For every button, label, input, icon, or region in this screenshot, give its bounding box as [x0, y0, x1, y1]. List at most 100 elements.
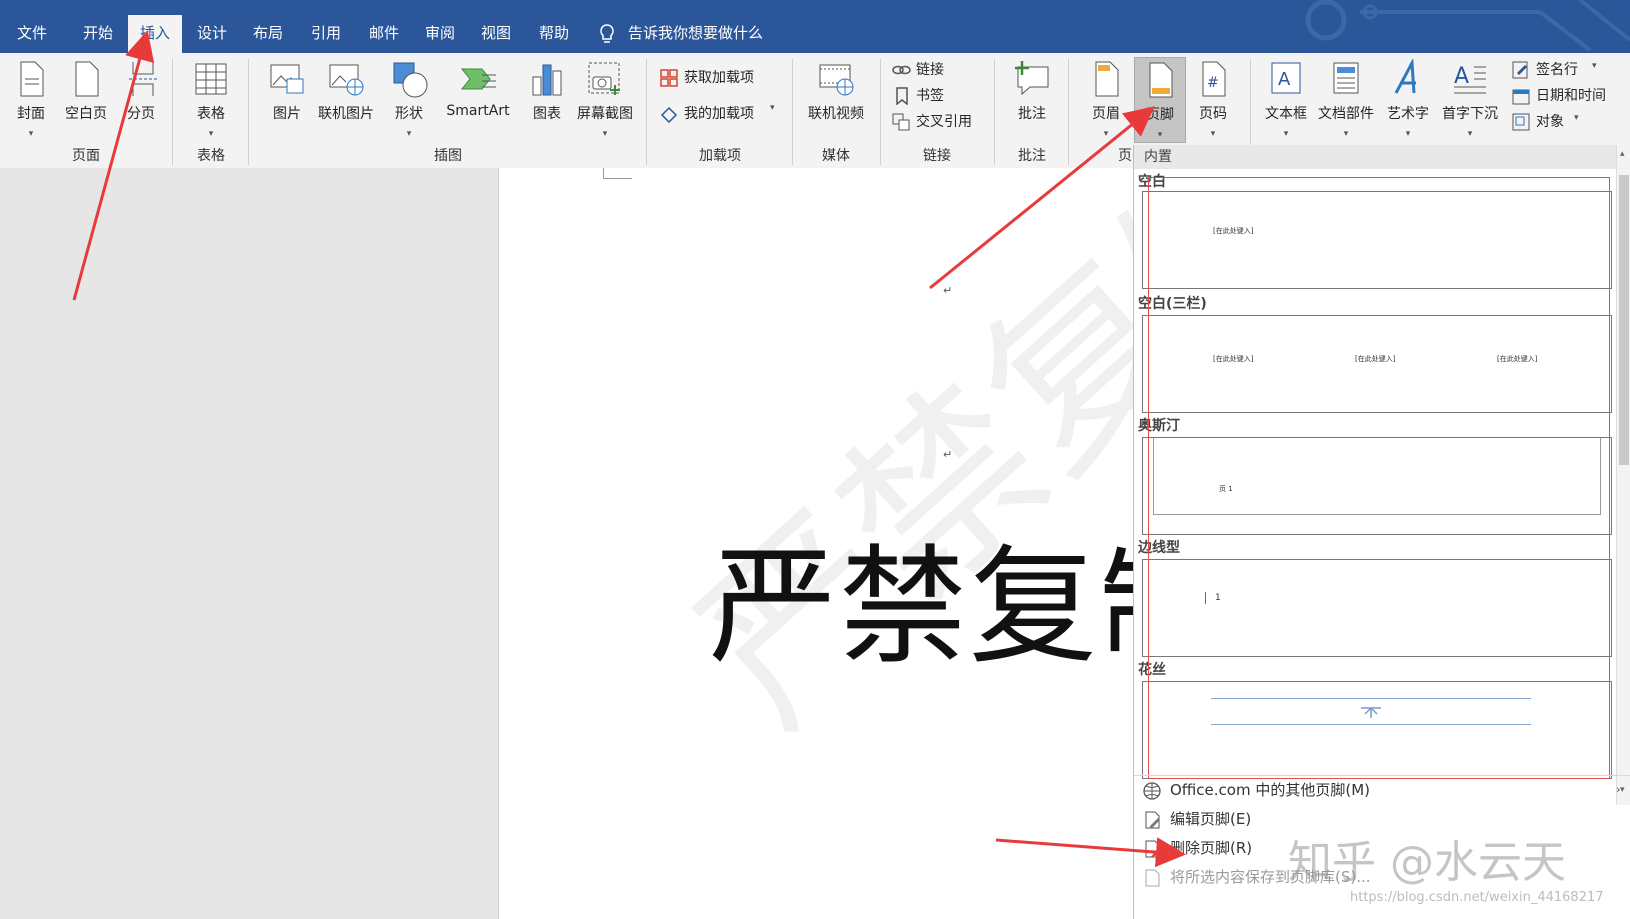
screenshot-icon: [588, 62, 620, 95]
menu-item-label: 删除页脚(R): [1170, 839, 1253, 857]
tab-file[interactable]: 文件: [8, 18, 56, 53]
signature-line-button[interactable]: 签名行: [1512, 57, 1622, 83]
online-picture-button[interactable]: 联机图片: [314, 57, 378, 141]
paragraph-mark: ↵: [943, 448, 953, 461]
chevron-down-icon: ▾: [1157, 130, 1163, 140]
object-icon: [1512, 113, 1530, 131]
page-break-icon: [129, 62, 157, 96]
cross-reference-button[interactable]: 交叉引用: [892, 109, 988, 135]
ribbon-tab-bar: 文件 开始 插入 设计 布局 引用 邮件 审阅 视图 帮助 告诉我你想要做什么: [0, 0, 1630, 53]
addin-icon: [660, 106, 678, 123]
object-button[interactable]: 对象: [1512, 109, 1602, 135]
blank-page-icon: [75, 61, 99, 97]
textbox-button[interactable]: A 文本框 ▾: [1260, 57, 1312, 141]
chevron-down-icon: ▾: [1103, 129, 1109, 139]
textbox-label: 文本框: [1265, 106, 1307, 122]
chevron-down-icon: ▾: [28, 129, 34, 139]
smartart-label: SmartArt: [446, 103, 510, 119]
chevron-down-icon: ▾: [1467, 129, 1473, 139]
page-number-button[interactable]: # 页码 ▾: [1188, 57, 1238, 141]
footer-label: 页脚: [1146, 107, 1174, 123]
picture-button[interactable]: 图片: [262, 57, 312, 141]
calendar-icon: [1512, 89, 1530, 105]
tab-home[interactable]: 开始: [70, 18, 126, 53]
tab-references[interactable]: 引用: [298, 18, 354, 53]
document-heading-text: 严禁复制: [709, 533, 1139, 682]
group-divider: [1068, 59, 1069, 165]
chevron-down-icon[interactable]: ▾: [1574, 113, 1579, 123]
blank-page-button[interactable]: 空白页: [58, 57, 114, 141]
header-button[interactable]: 页眉 ▾: [1080, 57, 1132, 141]
link-label: 链接: [916, 62, 944, 78]
table-label: 表格: [197, 106, 225, 122]
group-divider: [248, 59, 249, 165]
my-addins-button[interactable]: 我的加载项: [660, 101, 786, 127]
wordart-label: 艺术字: [1387, 106, 1429, 122]
tab-view[interactable]: 视图: [468, 18, 524, 53]
group-label-comments: 批注: [1018, 148, 1046, 164]
chevron-down-icon[interactable]: ▾: [770, 103, 775, 113]
bookmark-button[interactable]: 书签: [892, 83, 972, 109]
scrollbar-thumb[interactable]: [1619, 175, 1629, 465]
page-break-button[interactable]: 分页: [116, 57, 166, 141]
shapes-button[interactable]: 形状 ▾: [386, 57, 432, 141]
picture-icon: [270, 64, 304, 94]
tab-mailings[interactable]: 邮件: [356, 18, 412, 53]
group-divider: [646, 59, 647, 165]
screenshot-button[interactable]: 屏幕截图 ▾: [572, 57, 638, 141]
date-time-label: 日期和时间: [1536, 88, 1606, 104]
table-button[interactable]: 表格 ▾: [182, 57, 240, 141]
footer-button[interactable]: 页脚 ▾: [1134, 57, 1186, 143]
wordart-button[interactable]: 艺术字 ▾: [1380, 57, 1436, 141]
get-addins-button[interactable]: 获取加载项: [660, 65, 784, 91]
group-label-links: 链接: [923, 148, 951, 164]
gallery-scrollbar[interactable]: ▴ ▾: [1616, 145, 1630, 805]
more-footers-office-menu-item[interactable]: Office.com 中的其他页脚(M) ›: [1134, 776, 1630, 804]
link-button[interactable]: 链接: [892, 57, 972, 83]
paragraph-mark: ↵: [943, 284, 953, 297]
page-number-icon: #: [1202, 61, 1226, 97]
menu-item-label: Office.com 中的其他页脚(M): [1170, 781, 1371, 799]
document-page[interactable]: 严禁复制 ↵ ↵ 严禁复制: [498, 168, 1139, 919]
chevron-down-icon: ▾: [1210, 129, 1216, 139]
comment-icon: [1015, 61, 1049, 96]
gallery-section-header: 内置: [1134, 145, 1616, 169]
quick-parts-button[interactable]: 文档部件 ▾: [1314, 57, 1378, 141]
page-margin-mark: [603, 168, 632, 179]
tab-help[interactable]: 帮助: [526, 18, 582, 53]
chevron-right-icon: ›: [1616, 783, 1621, 796]
chevron-down-icon[interactable]: ▾: [1592, 61, 1597, 71]
textbox-icon: A: [1271, 62, 1301, 94]
group-label-header-footer: 页: [1118, 148, 1132, 164]
svg-text:A: A: [1278, 69, 1291, 90]
page-break-label: 分页: [127, 106, 155, 122]
group-divider: [994, 59, 995, 165]
chart-button[interactable]: 图表: [524, 57, 570, 141]
tab-design[interactable]: 设计: [184, 18, 240, 53]
tab-review[interactable]: 审阅: [412, 18, 468, 53]
smartart-icon: [460, 68, 496, 90]
cross-reference-label: 交叉引用: [916, 114, 972, 130]
chevron-down-icon: ▾: [208, 129, 214, 139]
comment-label: 批注: [1018, 106, 1046, 122]
link-icon: [892, 65, 911, 75]
smartart-button[interactable]: SmartArt: [438, 57, 518, 141]
group-label-tables: 表格: [197, 148, 225, 164]
tab-insert[interactable]: 插入: [128, 15, 182, 53]
svg-text:#: #: [1207, 75, 1219, 91]
group-label-illustrations: 插图: [434, 148, 462, 164]
comment-button[interactable]: 批注: [1004, 57, 1060, 141]
drop-cap-button[interactable]: A 首字下沉 ▾: [1438, 57, 1502, 141]
chart-icon: [532, 64, 562, 96]
scroll-up-icon[interactable]: ▴: [1620, 149, 1625, 159]
store-icon: [660, 69, 678, 87]
online-video-button[interactable]: 联机视频: [800, 57, 872, 141]
online-video-icon: [819, 64, 854, 96]
cover-page-button[interactable]: 封面 ▾: [6, 57, 56, 141]
date-time-button[interactable]: 日期和时间: [1512, 83, 1628, 109]
globe-icon: [1143, 782, 1161, 800]
blank-page-label: 空白页: [65, 106, 107, 122]
online-video-label: 联机视频: [808, 106, 864, 122]
tab-layout[interactable]: 布局: [240, 18, 296, 53]
chevron-down-icon: ▾: [602, 129, 608, 139]
